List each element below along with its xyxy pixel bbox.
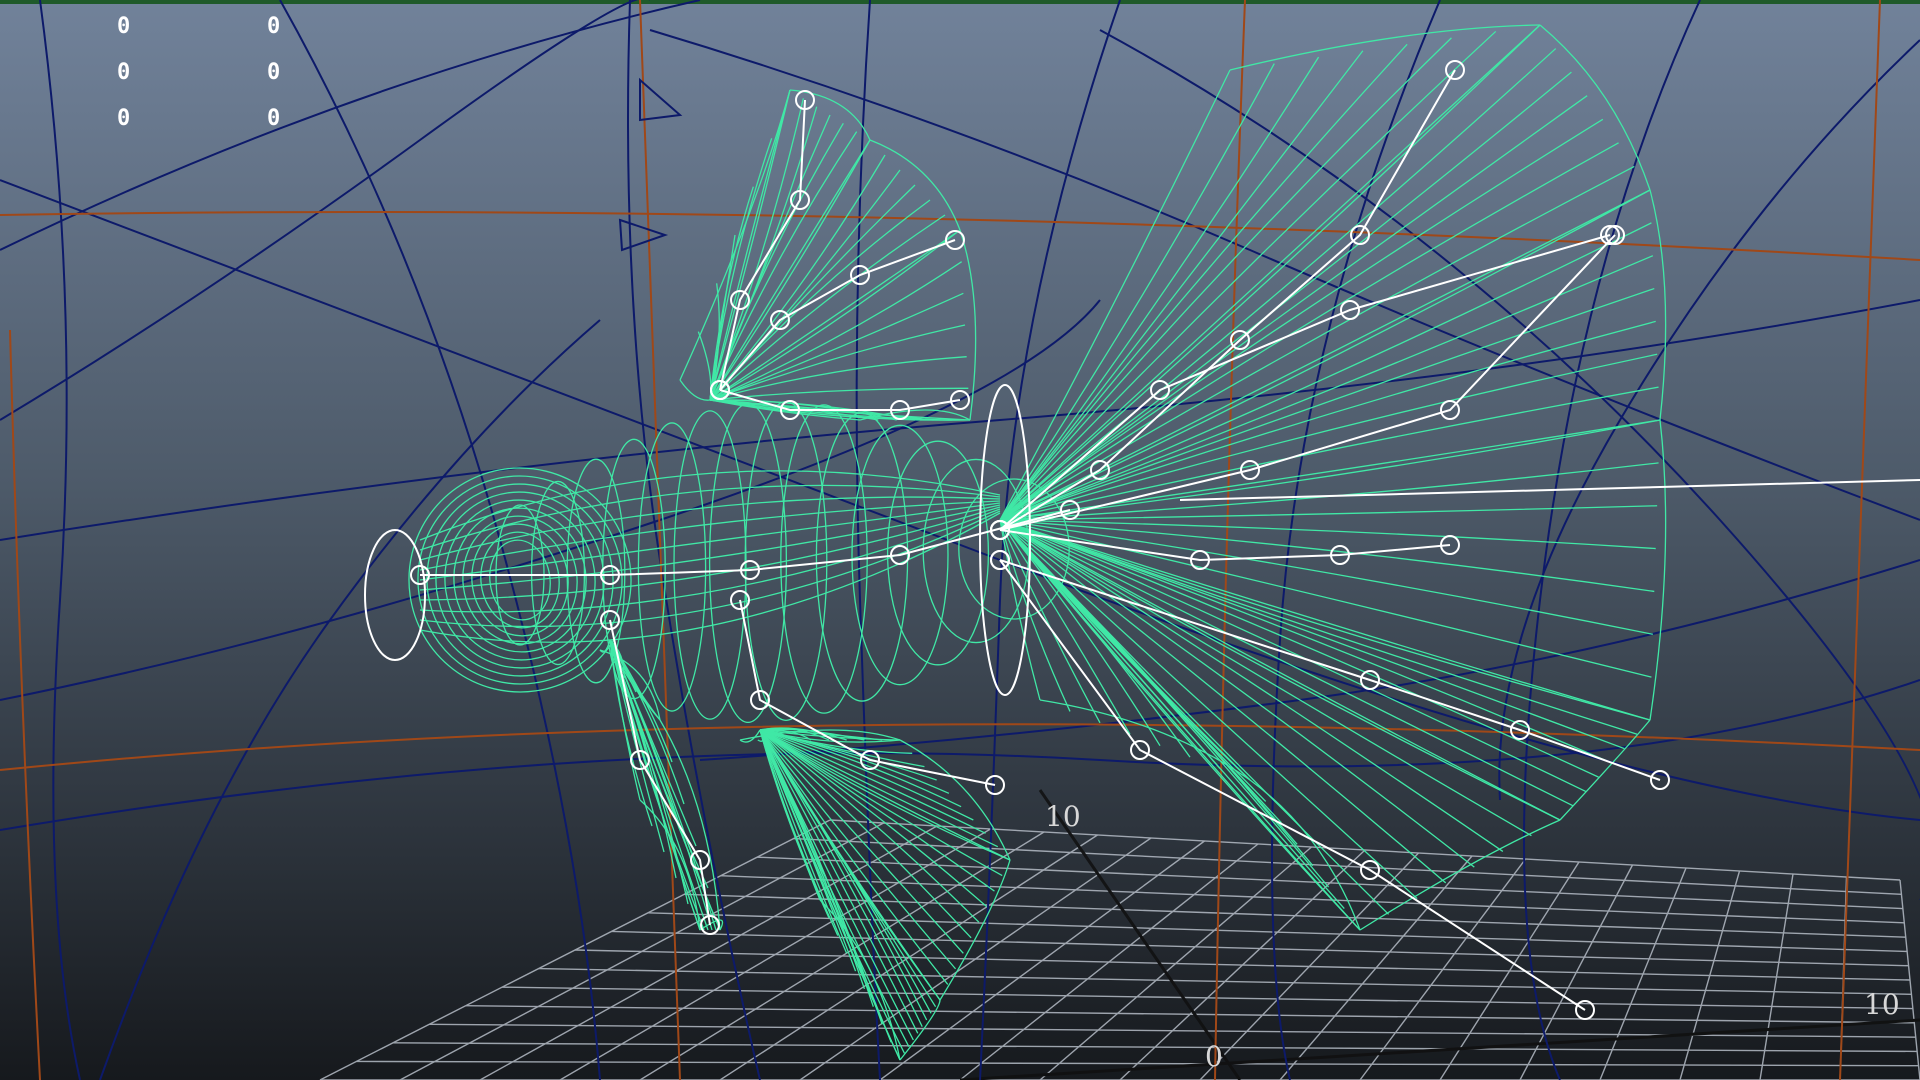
hud-value: 0 bbox=[267, 14, 281, 39]
hud-value: 0 bbox=[117, 60, 131, 85]
perspective-viewport[interactable]: 0 0 0 0 0 0 0 10 10 bbox=[0, 0, 1920, 1080]
hud-value: 0 bbox=[117, 106, 131, 131]
hud-column-a: 0 0 0 bbox=[117, 4, 130, 142]
hud-column-b: 0 0 0 bbox=[267, 4, 280, 142]
grid-label-origin: 0 bbox=[1205, 1040, 1223, 1073]
grid-label-10-right: 10 bbox=[1864, 988, 1900, 1021]
hud-value: 0 bbox=[117, 14, 131, 39]
hud-value: 0 bbox=[267, 60, 281, 85]
grid-label-10-mid: 10 bbox=[1045, 800, 1081, 833]
viewport-border bbox=[0, 0, 1920, 4]
viewport-scene bbox=[0, 0, 1920, 1080]
hud-value: 0 bbox=[267, 106, 281, 131]
